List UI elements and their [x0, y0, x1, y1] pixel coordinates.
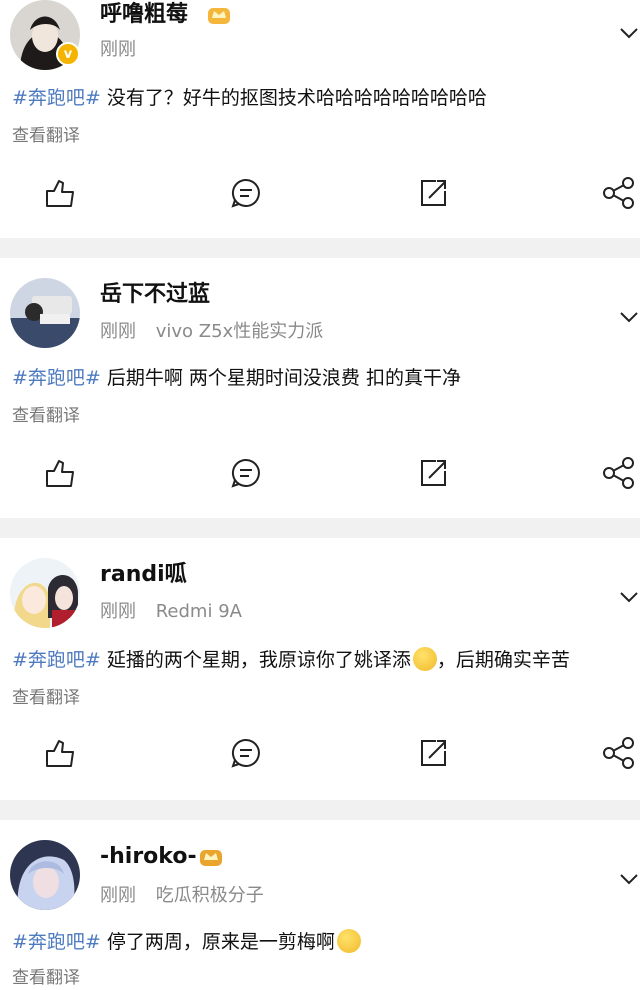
- username[interactable]: 岳下不过蓝: [100, 280, 210, 310]
- chevron-down-icon[interactable]: [618, 586, 640, 608]
- post-content: 延播的两个星期，我原谅你了姚译添: [100, 649, 411, 671]
- repost-icon[interactable]: [416, 176, 450, 210]
- action-bar: [0, 456, 640, 496]
- post-time: 刚刚: [100, 601, 136, 622]
- post-device: 吃瓜积极分子: [155, 885, 264, 906]
- post-card: 岳下不过蓝 刚刚 vivo Z5x性能实力派 #奔跑吧# 后期牛啊 两个星期时间…: [0, 258, 640, 496]
- post-text: #奔跑吧# 没有了？好牛的抠图技术哈哈哈哈哈哈哈哈哈: [12, 84, 487, 112]
- comment-icon[interactable]: [229, 176, 263, 210]
- chevron-down-icon[interactable]: [618, 22, 640, 44]
- share-icon[interactable]: [602, 736, 636, 770]
- share-icon[interactable]: [602, 176, 636, 210]
- post-card: v 呼噜粗莓 刚刚 #奔跑吧# 没有了？好牛的抠图技术哈哈哈哈哈哈哈哈哈 查看翻…: [0, 0, 640, 238]
- post-time: 刚刚: [100, 321, 136, 342]
- comment-icon[interactable]: [229, 456, 263, 490]
- divider: [0, 518, 640, 538]
- thinking-emoji-icon: [412, 647, 437, 671]
- crown-icon: [208, 8, 230, 24]
- translate-link[interactable]: 查看翻译: [12, 404, 80, 428]
- repost-icon[interactable]: [416, 456, 450, 490]
- translate-link[interactable]: 查看翻译: [12, 686, 80, 710]
- post-meta: 刚刚: [100, 38, 150, 62]
- username[interactable]: 呼噜粗莓: [100, 0, 188, 30]
- share-icon[interactable]: [602, 456, 636, 490]
- like-icon[interactable]: [42, 176, 76, 210]
- chevron-down-icon[interactable]: [618, 306, 640, 328]
- repost-icon[interactable]: [416, 736, 450, 770]
- like-icon[interactable]: [42, 736, 76, 770]
- post-meta: 刚刚 Redmi 9A: [100, 600, 242, 624]
- translate-link[interactable]: 查看翻译: [12, 124, 80, 148]
- post-card: randi呱 刚刚 Redmi 9A #奔跑吧# 延播的两个星期，我原谅你了姚译…: [0, 538, 640, 776]
- post-meta: 刚刚 vivo Z5x性能实力派: [100, 320, 323, 344]
- verified-badge-icon: v: [56, 42, 80, 66]
- avatar[interactable]: [10, 278, 80, 348]
- comment-icon[interactable]: [229, 736, 263, 770]
- post-card: -hiroko- 刚刚 吃瓜积极分子 #奔跑吧# 停了两周，原来是一剪梅啊 查看…: [0, 820, 640, 988]
- username[interactable]: -hiroko-: [100, 842, 197, 872]
- action-bar: [0, 736, 640, 776]
- smirk-emoji-icon: [336, 929, 361, 953]
- post-time: 刚刚: [100, 885, 136, 906]
- post-device: Redmi 9A: [155, 601, 242, 622]
- post-text: #奔跑吧# 停了两周，原来是一剪梅啊: [12, 928, 361, 956]
- divider: [0, 238, 640, 258]
- post-device: vivo Z5x性能实力派: [155, 321, 324, 342]
- crown-icon: [200, 850, 222, 866]
- post-meta: 刚刚 吃瓜积极分子: [100, 884, 264, 908]
- translate-link[interactable]: 查看翻译: [12, 966, 80, 990]
- divider: [0, 800, 640, 820]
- topic-link[interactable]: #奔跑吧#: [12, 931, 101, 953]
- post-content: 没有了？好牛的抠图技术哈哈哈哈哈哈哈哈哈: [100, 87, 487, 109]
- topic-link[interactable]: #奔跑吧#: [12, 87, 101, 109]
- topic-link[interactable]: #奔跑吧#: [12, 649, 101, 671]
- chevron-down-icon[interactable]: [618, 868, 640, 890]
- username[interactable]: randi呱: [100, 560, 187, 590]
- action-bar: [0, 176, 640, 216]
- post-content-tail: ，后期确实辛苦: [436, 649, 570, 671]
- weibo-comment-feed: v 呼噜粗莓 刚刚 #奔跑吧# 没有了？好牛的抠图技术哈哈哈哈哈哈哈哈哈 查看翻…: [0, 0, 640, 988]
- post-text: #奔跑吧# 后期牛啊 两个星期时间没浪费 扣的真干净: [12, 364, 461, 392]
- topic-link[interactable]: #奔跑吧#: [12, 367, 101, 389]
- like-icon[interactable]: [42, 456, 76, 490]
- avatar[interactable]: [10, 558, 80, 628]
- avatar[interactable]: [10, 840, 80, 910]
- post-time: 刚刚: [100, 39, 136, 60]
- post-content: 后期牛啊 两个星期时间没浪费 扣的真干净: [100, 367, 461, 389]
- post-content: 停了两周，原来是一剪梅啊: [100, 931, 335, 953]
- post-text: #奔跑吧# 延播的两个星期，我原谅你了姚译添 ，后期确实辛苦: [12, 646, 570, 674]
